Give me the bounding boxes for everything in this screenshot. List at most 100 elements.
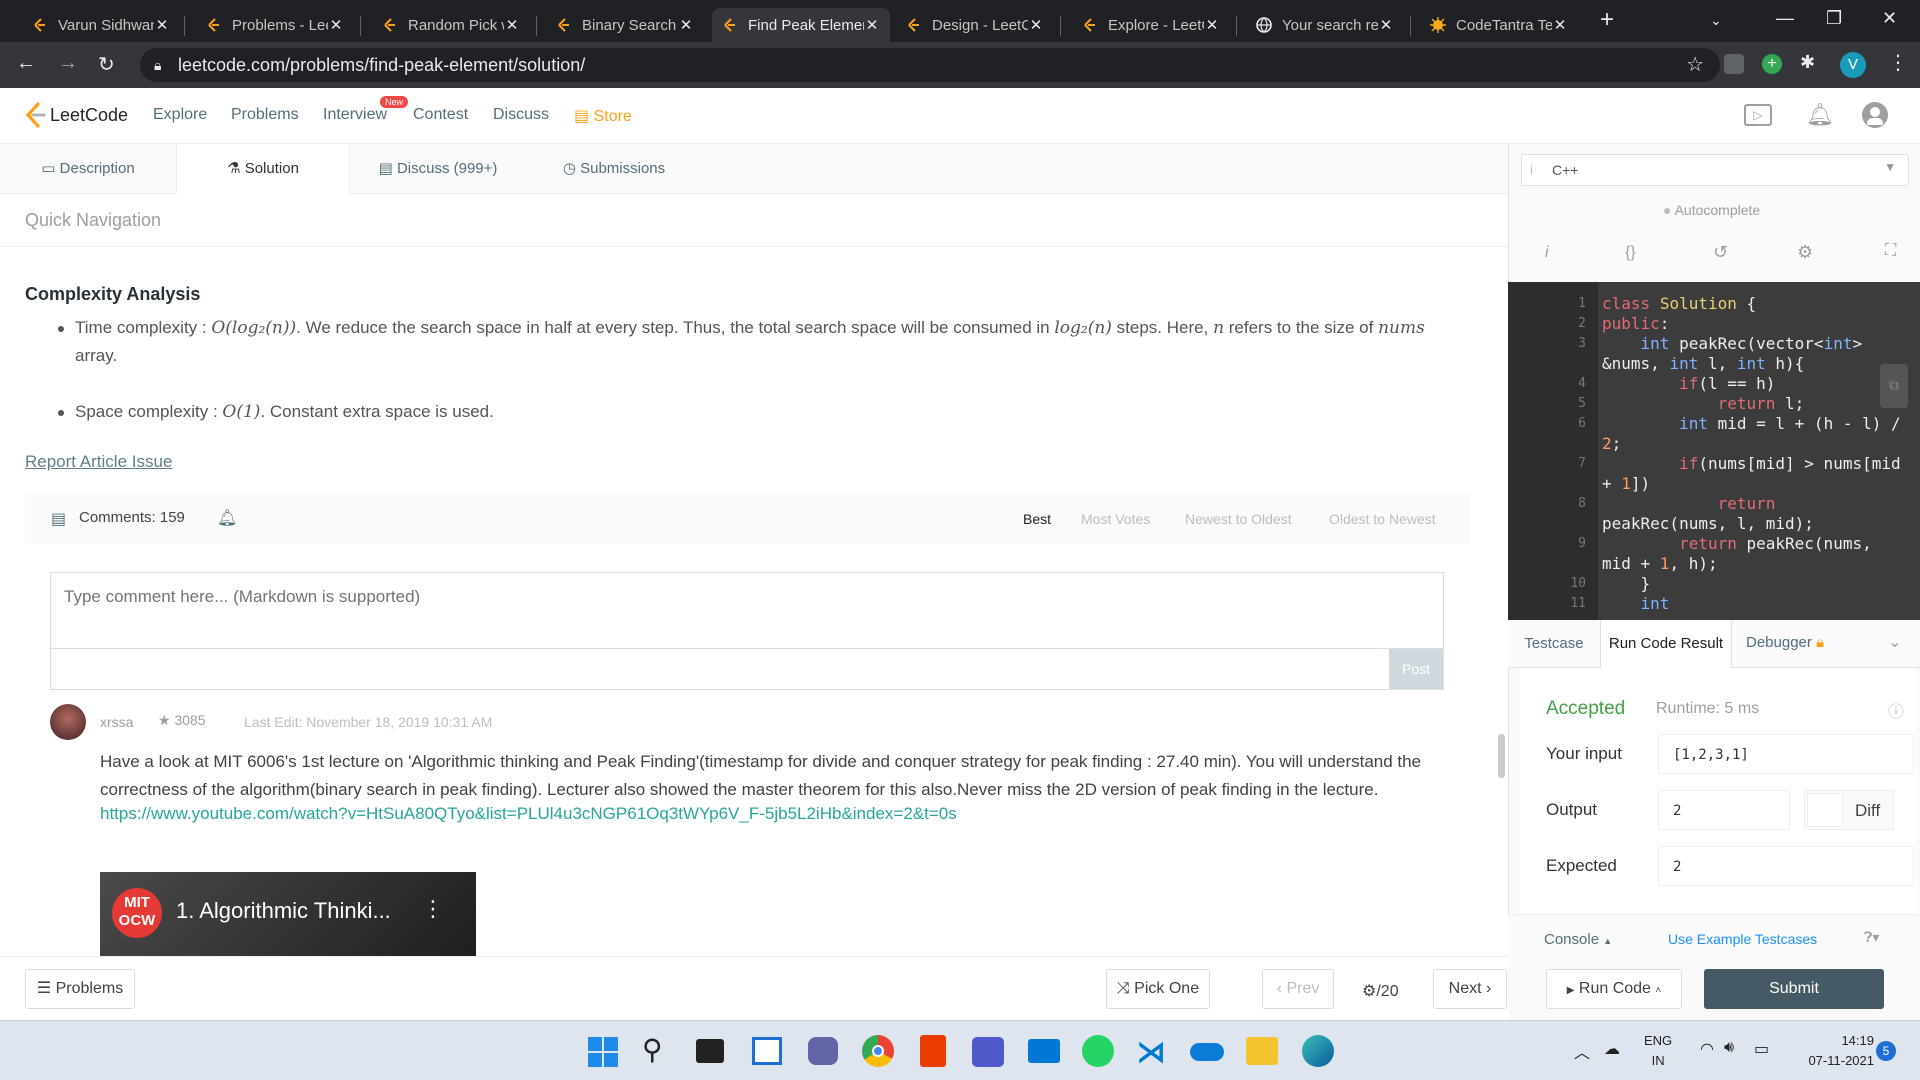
fullscreen-icon[interactable]: ⛶ [1885,242,1896,260]
tab-submissions[interactable]: ◷ Submissions [526,144,702,194]
reset-icon[interactable]: ↺ [1713,242,1728,263]
close-tab-icon[interactable]: ✕ [1204,16,1220,34]
console-toggle[interactable]: Console ▲ [1544,931,1612,948]
notification-bell-icon[interactable]: 🔔︎ [1806,102,1834,128]
teams-chat-icon[interactable] [808,1037,838,1065]
post-button[interactable]: Post [1389,649,1443,689]
whatsapp-icon[interactable] [1082,1035,1114,1067]
nav-contest[interactable]: Contest [413,106,468,124]
volume-icon[interactable]: 🔊︎ [1724,1039,1734,1057]
help-circle-icon[interactable]: ❓︎▾ [1864,929,1879,946]
search-icon[interactable]: ⚲ [642,1033,663,1066]
clock[interactable]: 14:19 07-11-2021 [1790,1031,1874,1071]
youtube-link[interactable]: https://www.youtube.com/watch?v=HtSuA80Q… [100,804,957,824]
settings-icon[interactable]: ⚙ [1797,242,1813,263]
user-avatar-icon[interactable] [1862,102,1888,128]
profile-avatar[interactable]: V [1840,52,1866,78]
leetcode-logo[interactable]: LeetCode [24,102,128,128]
nav-discuss[interactable]: Discuss [493,106,549,124]
format-braces-icon[interactable]: {} [1625,244,1636,262]
sort-oldest[interactable]: Oldest to Newest [1329,511,1436,527]
copy-code-icon[interactable]: ⧉ [1880,364,1908,408]
browser-tab[interactable]: Design - LeetCode✕ [896,8,1054,42]
browser-tab[interactable]: Your search results✕ [1246,8,1404,42]
widgets-icon[interactable] [752,1037,782,1065]
browser-tab[interactable]: Random Pick with✕ [372,8,530,42]
tab-debugger[interactable]: Debugger 🔒︎ [1746,634,1824,651]
onedrive-icon[interactable] [1190,1043,1224,1061]
close-tab-icon[interactable]: ✕ [154,16,170,34]
tab-run-code-result[interactable]: Run Code Result [1600,620,1732,669]
sort-most-votes[interactable]: Most Votes [1081,511,1150,527]
browser-tab[interactable]: CodeTantra Tech✕ [1420,8,1578,42]
menu-dots-icon[interactable]: ⋮ [1888,50,1908,75]
chrome-icon[interactable] [862,1035,894,1067]
avatar[interactable] [50,704,86,740]
close-tab-icon[interactable]: ✕ [1378,16,1394,34]
tab-testcase[interactable]: Testcase [1508,620,1600,668]
submit-button[interactable]: Submit [1704,969,1884,1009]
back-icon[interactable]: ← [16,52,36,75]
playground-icon[interactable]: ▷ [1744,104,1772,126]
use-example-testcases-link[interactable]: Use Example Testcases [1668,931,1817,947]
reload-icon[interactable]: ↻ [98,52,115,77]
subscribe-bell-icon[interactable]: 🔔︎ [217,508,237,528]
browser-tab[interactable]: Binary Search ✕ [546,8,704,42]
bookmark-star-icon[interactable]: ☆ [1686,48,1704,82]
minimize-icon[interactable]: — [1776,8,1794,29]
extension-plus-icon[interactable]: + [1762,54,1782,74]
autocomplete-toggle[interactable]: ● Autocomplete [1663,202,1760,218]
address-bar[interactable]: 🔒︎ leetcode.com/problems/find-peak-eleme… [140,48,1720,82]
nav-interview[interactable]: Interview [323,106,387,124]
forward-icon[interactable]: → [58,52,78,75]
nav-problems[interactable]: Problems [231,106,299,124]
editor-info-icon[interactable]: i [1545,244,1549,262]
next-button[interactable]: Next › [1433,969,1507,1009]
teams-icon[interactable] [972,1037,1004,1067]
restore-icon[interactable]: ❐ [1826,8,1842,29]
close-tab-icon[interactable]: ✕ [328,16,344,34]
sort-newest[interactable]: Newest to Oldest [1185,511,1292,527]
tab-discuss[interactable]: ▤ Discuss (999+) [350,144,526,194]
tab-description[interactable]: ▭ Description [0,144,176,194]
close-tab-icon[interactable]: ✕ [678,16,694,34]
vscode-icon[interactable]: ⋊ [1136,1035,1166,1070]
browser-tab[interactable]: Explore - LeetCode✕ [1072,8,1230,42]
battery-icon[interactable]: ▭ [1754,1039,1769,1059]
close-window-icon[interactable]: ✕ [1882,8,1897,29]
tab-solution[interactable]: ⚗ Solution [176,144,350,194]
browser-tab-active[interactable]: Find Peak Element ✕ [712,8,890,42]
language-indicator[interactable]: ENG IN [1644,1031,1672,1071]
browser-tab[interactable]: Varun Sidhwani ✕ [22,8,180,42]
sort-best[interactable]: Best [1023,511,1051,527]
edge-icon[interactable] [1302,1035,1334,1067]
run-code-button[interactable]: ▶ Run Code ˄ [1546,969,1682,1009]
video-thumbnail[interactable]: MIT OCW 1. Algorithmic Thinki... ⋮ [100,872,476,956]
quick-navigation[interactable]: Quick Navigation [25,210,161,231]
close-tab-icon[interactable]: ✕ [864,16,880,34]
diff-toggle[interactable]: Diff [1804,790,1894,830]
mail-icon[interactable] [1028,1039,1060,1063]
wifi-icon[interactable]: ◠ [1700,1039,1714,1059]
file-explorer-icon[interactable] [1246,1037,1278,1065]
tab-search-icon[interactable]: ⌄ [1710,12,1722,29]
office-icon[interactable] [920,1035,946,1067]
windows-start-icon[interactable] [588,1037,618,1067]
new-tab-button[interactable]: + [1600,6,1614,34]
browser-tab[interactable]: Problems - LeetCode✕ [196,8,354,42]
collapse-chevron-icon[interactable]: ⌄ [1888,632,1901,652]
tray-app-icon[interactable]: ☁ [1604,1039,1620,1059]
close-tab-icon[interactable]: ✕ [1028,16,1044,34]
extension-icon[interactable] [1724,54,1744,74]
close-tab-icon[interactable]: ✕ [1552,16,1568,34]
puzzle-icon[interactable]: ✱ [1800,52,1815,73]
code-editor[interactable]: class Solution { public: int peakRec(vec… [1598,282,1920,620]
language-select[interactable]: i C++ ▼ [1521,154,1909,186]
notification-count-badge[interactable]: 5 [1876,1041,1896,1061]
prev-button[interactable]: ‹ Prev [1262,969,1334,1009]
pick-one-button[interactable]: ⤨ Pick One [1106,969,1210,1009]
help-icon[interactable]: ⓘ [1888,698,1904,722]
comment-textarea[interactable]: Type comment here... (Markdown is suppor… [50,572,1444,648]
nav-store[interactable]: ▤ Store [574,106,632,126]
tray-chevron-icon[interactable]: ︿ [1574,1039,1590,1063]
